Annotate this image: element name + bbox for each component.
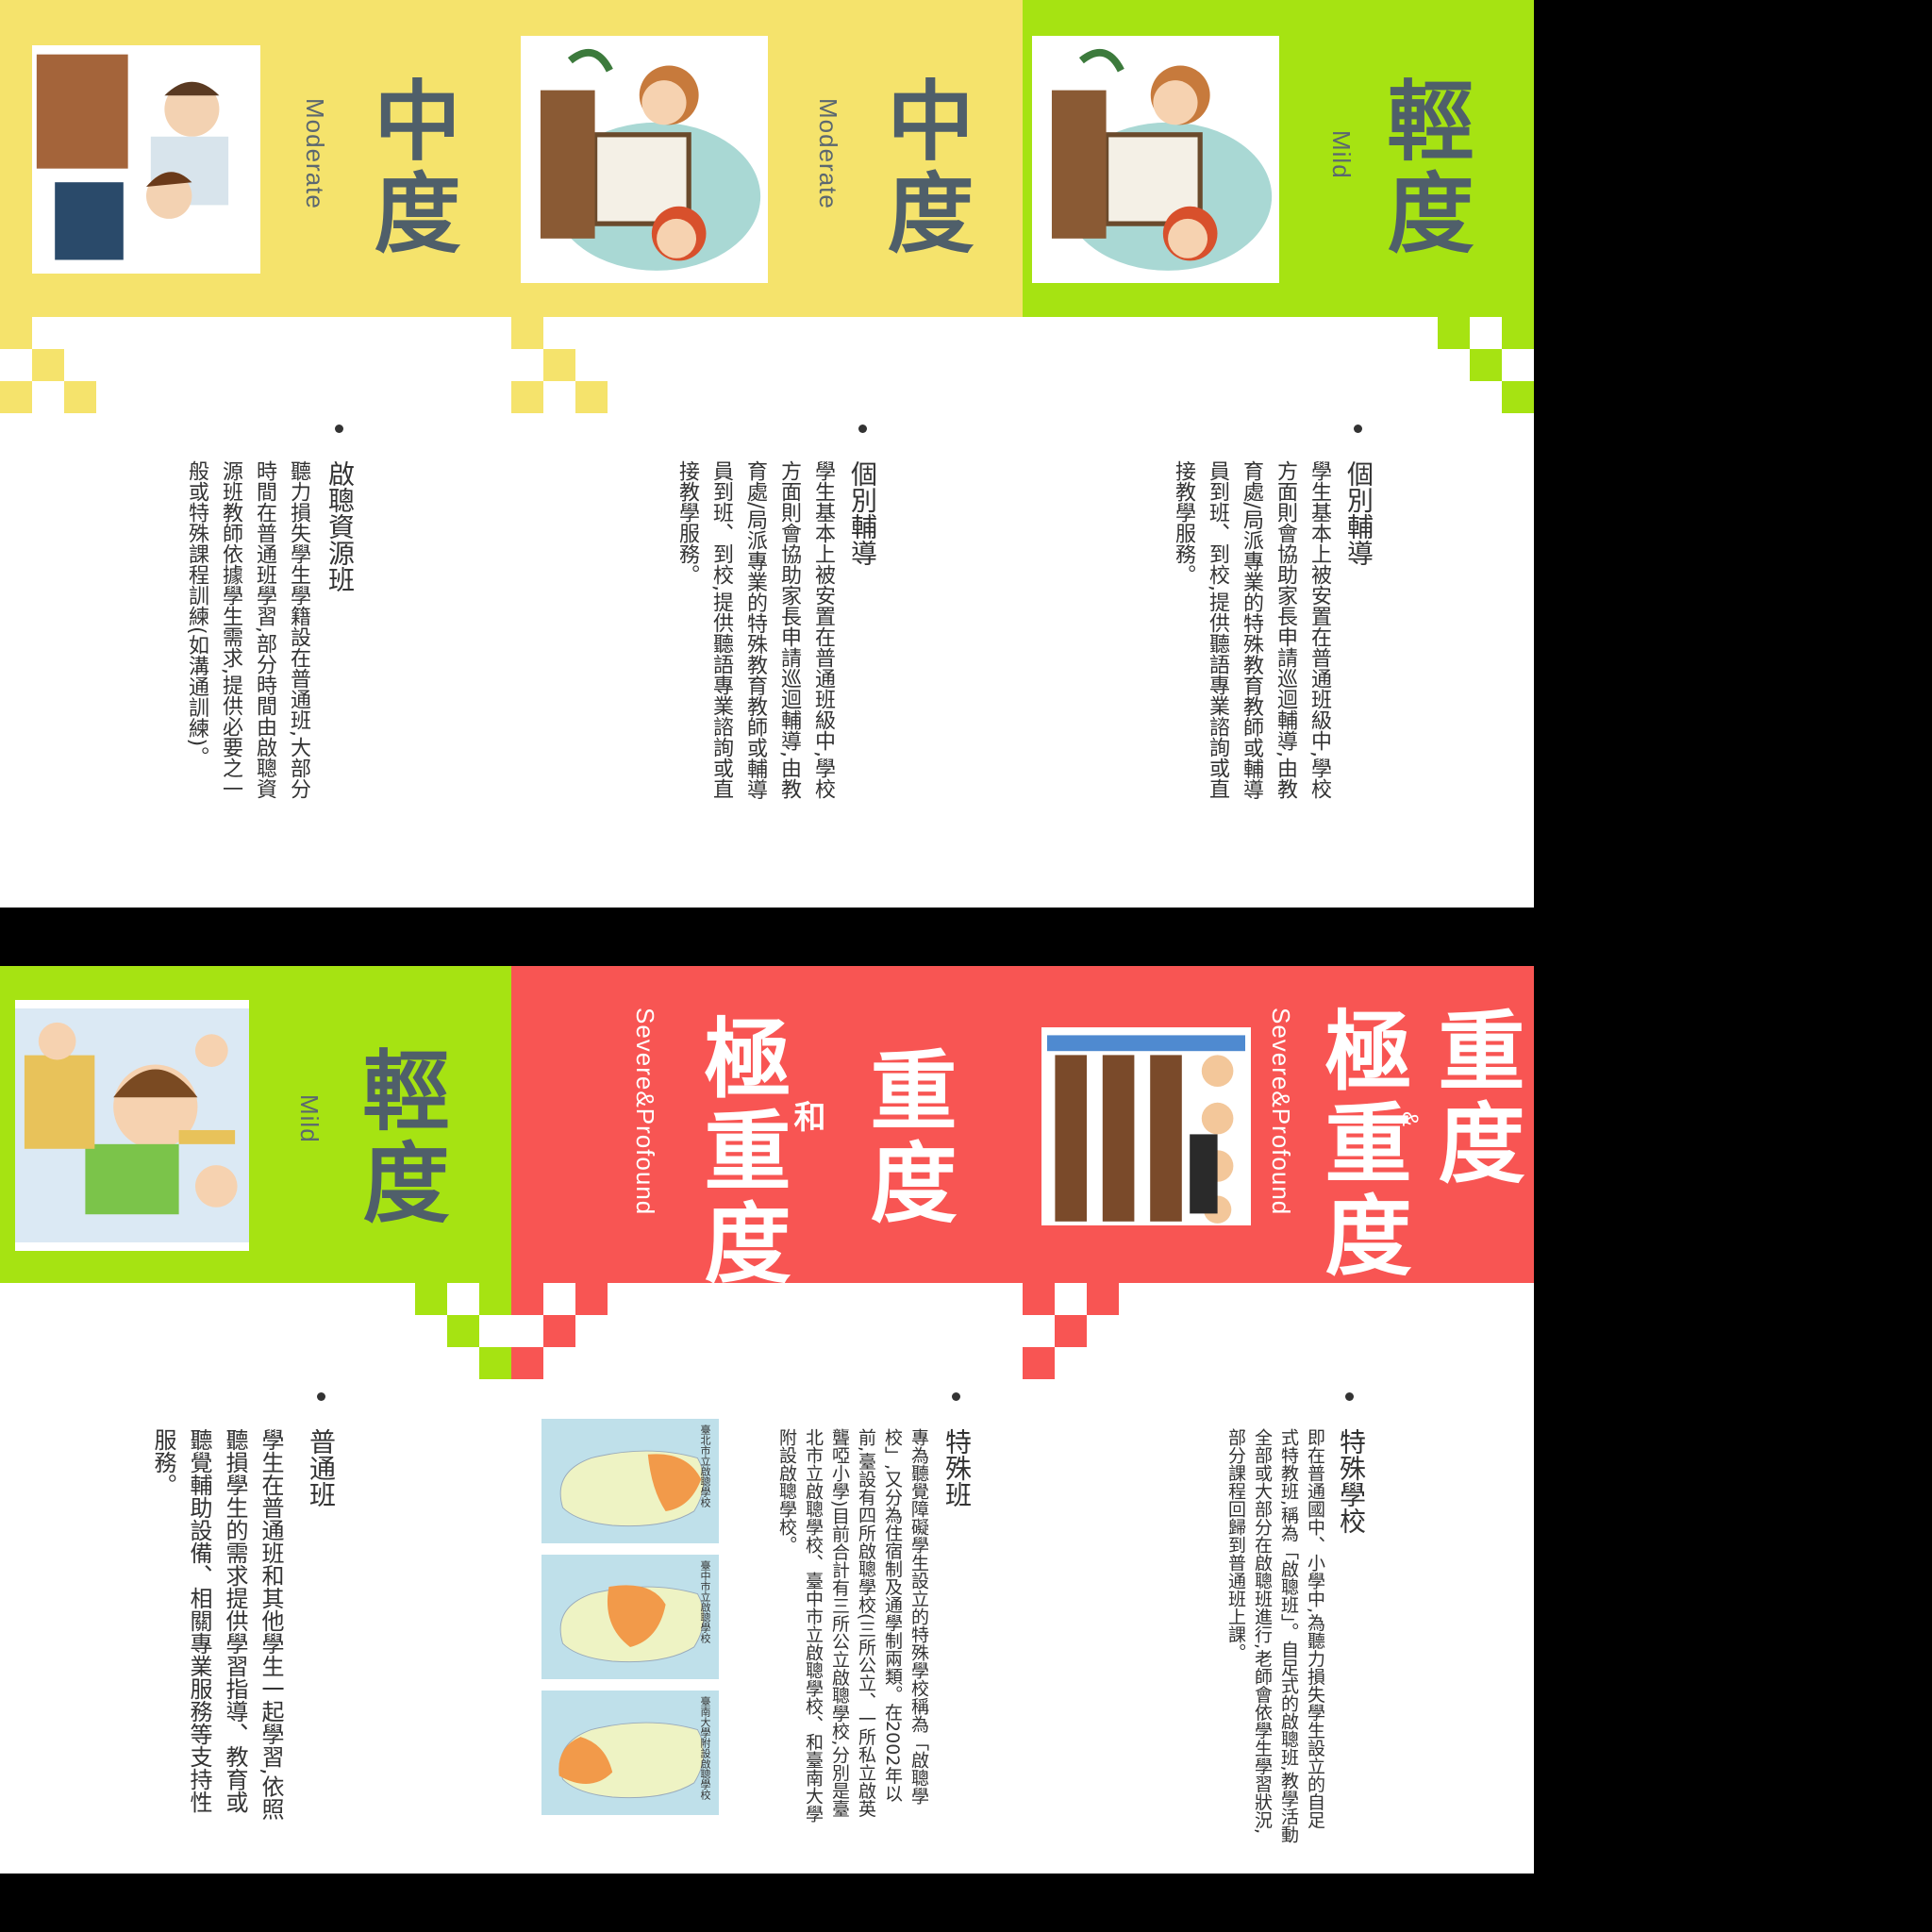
section-heading: 個別輔導 (847, 460, 878, 566)
moderate-panel-2: 中度 Moderate 啟聰資源班 聽力損失學生學籍設在普通班,大部分時間在普通… (0, 0, 511, 908)
panel-subtitle: Mild (1327, 130, 1356, 179)
decor-square (1438, 317, 1470, 349)
section-heading: 個別輔導 (1343, 460, 1374, 566)
decor-square (575, 381, 608, 413)
panel-title: 中度 (873, 75, 974, 260)
decor-square (1470, 349, 1502, 381)
panel-subtitle: Severe&Profound (1267, 1008, 1295, 1216)
map-label: 臺中市立啟聰學校 (699, 1560, 711, 1643)
classroom-illustration (521, 36, 768, 283)
decor-square (1502, 381, 1534, 413)
classroom-illustration (1032, 36, 1279, 283)
panel-title-amp: 和 (788, 1100, 825, 1138)
bullet (858, 425, 867, 433)
section-heading: 啟聰資源班 (325, 460, 356, 592)
section-body: 專為聽覺障礙學生設立的特殊學校稱為「啟聰學校」,又分為住宿制及通學制兩類。在20… (776, 1428, 929, 1823)
section-body: 學生基本上被安置在普通班級中,學校方面則會協助家長申請巡迴輔導,由教育處/局派專… (1172, 460, 1331, 800)
section-heading: 特殊班 (941, 1428, 973, 1507)
decor-square (32, 349, 64, 381)
decor-square (64, 381, 96, 413)
panel-title: 輕度 (348, 1045, 449, 1230)
panel-title: 中度 (359, 75, 460, 260)
decor-square (1502, 317, 1534, 349)
decor-square (479, 1283, 511, 1315)
decor-square (543, 1315, 575, 1347)
section-body: 即在普通國中、小學中,為聽力損失學生設立的自足式特教班,稱為「啟聰班」。自足式的… (1225, 1428, 1325, 1843)
map-label: 臺南大學附設啟聰學校 (699, 1696, 711, 1800)
panel-subtitle: Moderate (814, 98, 842, 209)
map-tainan-school: 臺南大學附設啟聰學校 (541, 1690, 719, 1815)
panel-subtitle: Severe&Profound (631, 1008, 659, 1216)
map-label: 臺北市立啟聰學校 (699, 1424, 711, 1507)
severe-panel-1: 重度 & 極重度 Severe&Profound 特殊學校 即在普通國中、小學中… (1023, 966, 1534, 1874)
section-heading: 特殊學校 (1336, 1428, 1367, 1534)
map-taipei-school: 臺北市立啟聰學校 (541, 1419, 719, 1543)
decor-square (511, 317, 543, 349)
panel-title-line1: 重度 (1424, 1006, 1524, 1191)
decor-square (415, 1283, 447, 1315)
students-classroom-illustration (15, 1000, 249, 1251)
decor-square (447, 1315, 479, 1347)
panel-subtitle: Mild (295, 1094, 324, 1143)
decor-square (511, 381, 543, 413)
severe-panel-2: 重度 和 極重度 Severe&Profound 特殊班 專為聽覺障礙學生設立的… (511, 966, 1023, 1874)
panel-subtitle: Moderate (301, 98, 329, 209)
decor-square (1023, 1347, 1055, 1379)
classroom-desks-illustration (1041, 1027, 1251, 1225)
mild-panel-bottom: 輕度 Mild 普通班 學生在普通班和其他學生一起學習,依照聽損學生的需求提供學… (0, 966, 511, 1874)
teacher-student-illustration (32, 45, 260, 274)
decor-square (543, 349, 575, 381)
decor-square (575, 1283, 608, 1315)
bullet (1345, 1392, 1354, 1401)
bullet (952, 1392, 960, 1401)
decor-square (0, 317, 32, 349)
mild-panel-top: 輕度 Mild 個別輔導 學生基本上被安置在普通班級中,學校方面則會協助家長申請… (1023, 0, 1534, 908)
decor-square (479, 1347, 511, 1379)
panel-title: 輕度 (1373, 75, 1474, 260)
decor-square (511, 1283, 543, 1315)
section-body: 學生基本上被安置在普通班級中,學校方面則會協助家長申請巡迴輔導,由教育處/局派專… (675, 460, 835, 800)
map-taichung-school: 臺中市立啟聰學校 (541, 1555, 719, 1679)
decor-square (511, 1347, 543, 1379)
bullet (335, 425, 343, 433)
decor-square (0, 381, 32, 413)
section-body: 學生在普通班和其他學生一起學習,依照聽損學生的需求提供學習指導、教育或聽覺輔助設… (150, 1428, 284, 1821)
section-body: 聽力損失學生學籍設在普通班,大部分時間在普通班學習,部分時間由啟聰資源班教師依據… (185, 460, 310, 799)
decor-square (1055, 1315, 1087, 1347)
panel-title-line2: 極重度 (690, 1013, 791, 1291)
panel-title-line1: 重度 (856, 1045, 957, 1230)
section-heading: 普通班 (306, 1428, 337, 1507)
decor-square (1023, 1283, 1055, 1315)
bullet (317, 1392, 325, 1401)
panel-title-line2: 極重度 (1310, 1006, 1411, 1283)
moderate-panel-1: 中度 Moderate 個別輔導 學生基本上被安置在普通班級中,學校方面則會協助… (511, 0, 1023, 908)
decor-square (1087, 1283, 1119, 1315)
bullet (1354, 425, 1362, 433)
